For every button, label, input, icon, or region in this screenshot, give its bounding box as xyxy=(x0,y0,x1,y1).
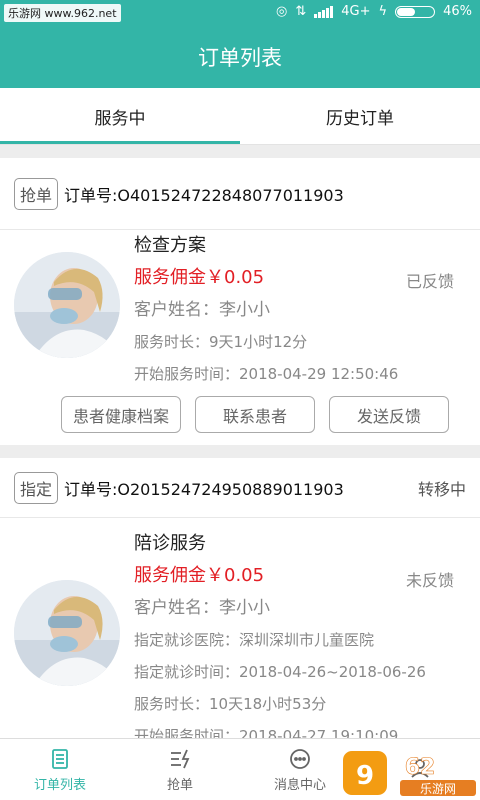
service-duration: 服务时长：9天1小时12分 xyxy=(134,333,308,351)
svg-text:乐游网: 乐游网 xyxy=(420,782,456,796)
page-title: 订单列表 xyxy=(198,46,282,70)
order-type-badge: 抢单 xyxy=(14,177,59,210)
order-info: 检查方案 服务佣金￥0.05 客户姓名：李小小 服务时长：9天1小时12分 开始… xyxy=(134,230,466,390)
message-icon xyxy=(290,748,310,769)
svg-text:9: 9 xyxy=(356,761,374,791)
nav-label: 订单列表 xyxy=(33,777,86,793)
nav-label: 抢单 xyxy=(166,777,193,793)
nav-label: 消息中心 xyxy=(273,777,326,793)
tab-in-service[interactable]: 服务中 xyxy=(0,88,240,144)
wifi-icon: ◎ xyxy=(276,4,288,19)
charging-icon: ϟ xyxy=(378,4,388,19)
tab-history-orders[interactable]: 历史订单 xyxy=(240,88,480,144)
signal-strength-icon xyxy=(314,5,334,18)
svg-text:.NET: .NET xyxy=(442,762,479,778)
signal-arrows-icon: ⇅ xyxy=(295,4,307,19)
avatar xyxy=(14,580,120,686)
service-duration: 服务时长：10天18小时53分 xyxy=(134,695,327,713)
designated-hospital: 指定就诊医院：深圳深圳市儿童医院 xyxy=(134,631,375,649)
order-card[interactable]: 指定 订单号:O201524724950889011903 转移中 陪诊服务 服… xyxy=(0,458,480,745)
feedback-status: 已反馈 xyxy=(405,272,454,291)
order-actions: 患者健康档案 联系患者 发送反馈 xyxy=(61,396,449,433)
send-feedback-button[interactable]: 发送反馈 xyxy=(329,396,449,433)
app-screen: 乐游网 www.962.net ◎ ⇅ 4G+ ϟ 46% 订单列表 服务中 历… xyxy=(0,0,480,800)
service-title: 陪诊服务 xyxy=(134,533,206,554)
nav-order-list[interactable]: 订单列表 xyxy=(0,739,120,800)
feedback-status: 未反馈 xyxy=(405,571,454,590)
customer-name: 客户姓名：李小小 xyxy=(134,598,270,618)
tab-label: 历史订单 xyxy=(326,108,394,129)
network-type: 4G+ xyxy=(341,4,371,19)
watermark-label: 乐游网 www.962.net xyxy=(4,4,121,22)
battery-percent: 46% xyxy=(443,4,472,19)
order-number: 订单号:O201524724950889011903 xyxy=(64,479,344,499)
order-header: 抢单 订单号:O401524722848077011903 xyxy=(0,158,480,230)
status-bar: 乐游网 www.962.net ◎ ⇅ 4G+ ϟ 46% xyxy=(0,0,480,26)
order-header: 指定 订单号:O201524724950889011903 转移中 xyxy=(0,458,480,518)
customer-name: 客户姓名：李小小 xyxy=(134,300,270,320)
designated-time: 指定就诊时间：2018-04-26~2018-06-26 xyxy=(134,663,426,681)
order-info: 陪诊服务 服务佣金￥0.05 客户姓名：李小小 指定就诊医院：深圳深圳市儿童医院… xyxy=(134,528,466,752)
order-card[interactable]: 抢单 订单号:O401524722848077011903 检查方案 服务佣金￥… xyxy=(0,158,480,445)
grab-order-icon xyxy=(171,749,190,768)
order-type-badge: 指定 xyxy=(14,471,59,504)
avatar xyxy=(14,252,120,358)
transfer-status: 转移中 xyxy=(417,479,466,499)
title-bar: 订单列表 xyxy=(0,26,480,88)
contact-patient-button[interactable]: 联系患者 xyxy=(195,396,315,433)
health-record-button[interactable]: 患者健康档案 xyxy=(61,396,181,433)
service-title: 检查方案 xyxy=(134,235,206,256)
tab-label: 服务中 xyxy=(94,108,146,129)
svg-text:62: 62 xyxy=(405,755,436,780)
battery-icon xyxy=(395,5,436,18)
order-list-icon xyxy=(52,748,68,769)
order-number: 订单号:O401524722848077011903 xyxy=(64,185,344,205)
tab-bar: 服务中 历史订单 xyxy=(0,88,480,145)
start-time: 开始服务时间：2018-04-29 12:50:46 xyxy=(134,365,399,383)
site-logo-watermark: 9 62 .NET 乐游网 xyxy=(341,749,479,797)
nav-grab-order[interactable]: 抢单 xyxy=(120,739,240,800)
